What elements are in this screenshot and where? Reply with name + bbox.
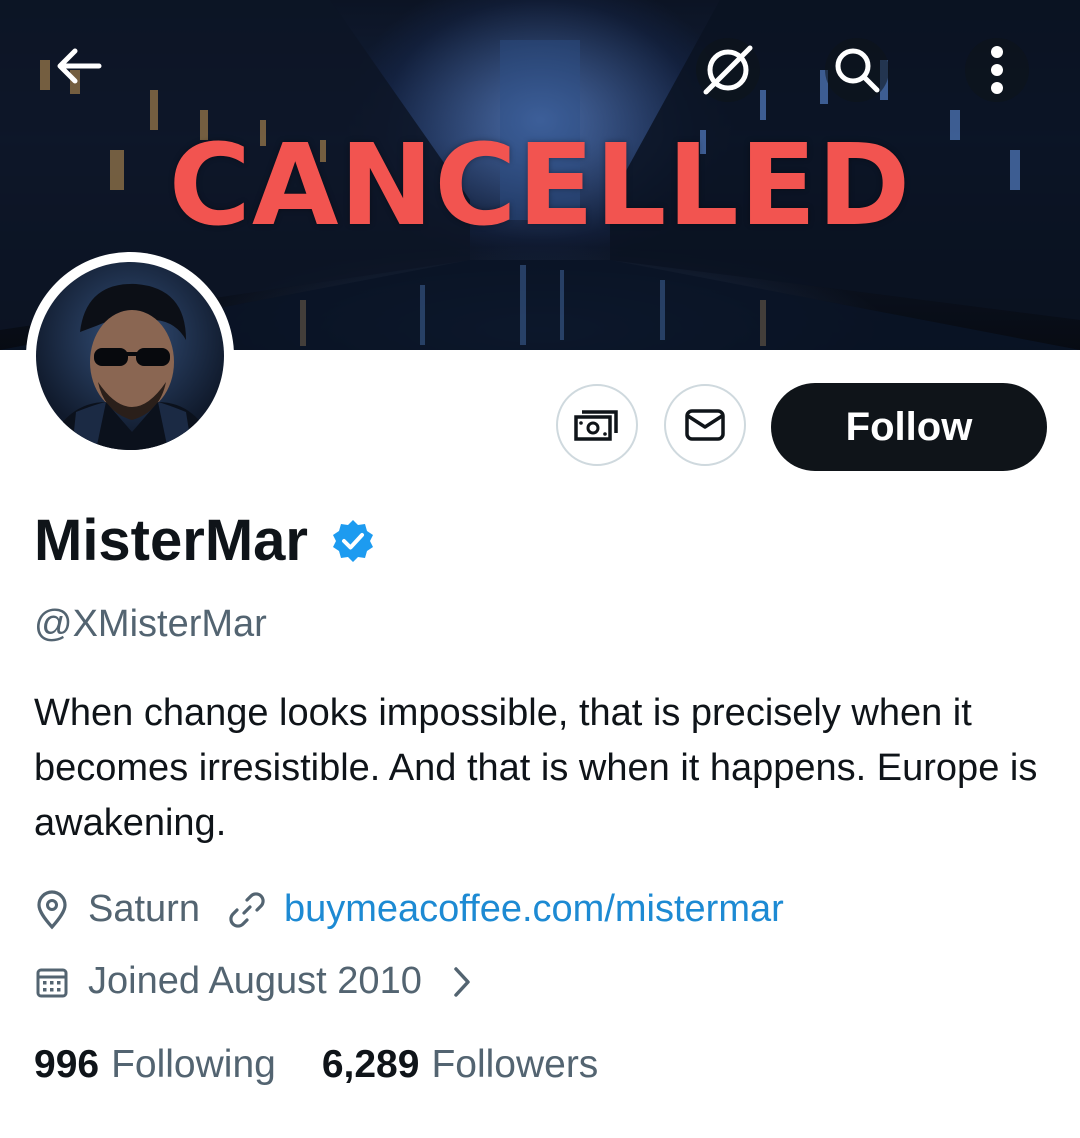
follow-stats: 996 Following 6,289 Followers — [34, 1043, 598, 1087]
chevron-right-icon — [452, 965, 472, 999]
avatar[interactable] — [26, 252, 234, 460]
location-pin-icon — [34, 889, 70, 930]
follow-button[interactable]: Follow — [771, 383, 1047, 471]
search-button[interactable] — [825, 38, 889, 102]
joined-row[interactable]: Joined August 2010 — [34, 960, 472, 1003]
grok-button[interactable] — [696, 38, 760, 102]
following-label: Following — [111, 1043, 276, 1086]
website-link[interactable]: buymeacoffee.com/mistermar — [284, 888, 784, 931]
profile-bio: When change looks impossible, that is pr… — [34, 692, 1038, 844]
joined-date: Joined August 2010 — [88, 960, 422, 1002]
display-name: MisterMar — [34, 508, 308, 573]
cancelled-overlay-text: CANCELLED — [168, 121, 912, 251]
verified-badge-icon[interactable] — [330, 518, 376, 564]
vertical-dots-icon — [991, 46, 1003, 94]
display-name-row: MisterMar — [34, 508, 376, 574]
slashed-circle-icon — [703, 45, 753, 95]
location-text: Saturn — [88, 888, 200, 930]
calendar-icon — [34, 964, 70, 1000]
tip-button[interactable] — [556, 384, 638, 466]
user-handle: @XMisterMar — [34, 603, 267, 645]
followers-count: 6,289 — [321, 1043, 420, 1086]
money-icon — [574, 410, 618, 441]
location-website-row: Saturn buymeacoffee.com/mistermar — [34, 888, 784, 931]
back-button[interactable] — [46, 34, 110, 98]
message-button[interactable] — [664, 384, 746, 466]
followers-label: Followers — [431, 1043, 599, 1086]
followers-stat[interactable]: 6,289 Followers — [322, 1043, 598, 1087]
following-stat[interactable]: 996 Following — [34, 1043, 276, 1087]
search-icon — [835, 48, 880, 93]
arrow-left-icon — [57, 48, 102, 84]
following-count: 996 — [34, 1043, 100, 1086]
envelope-icon — [685, 409, 725, 441]
more-options-button[interactable] — [965, 38, 1029, 102]
avatar-image — [36, 262, 224, 450]
link-icon — [228, 891, 266, 929]
